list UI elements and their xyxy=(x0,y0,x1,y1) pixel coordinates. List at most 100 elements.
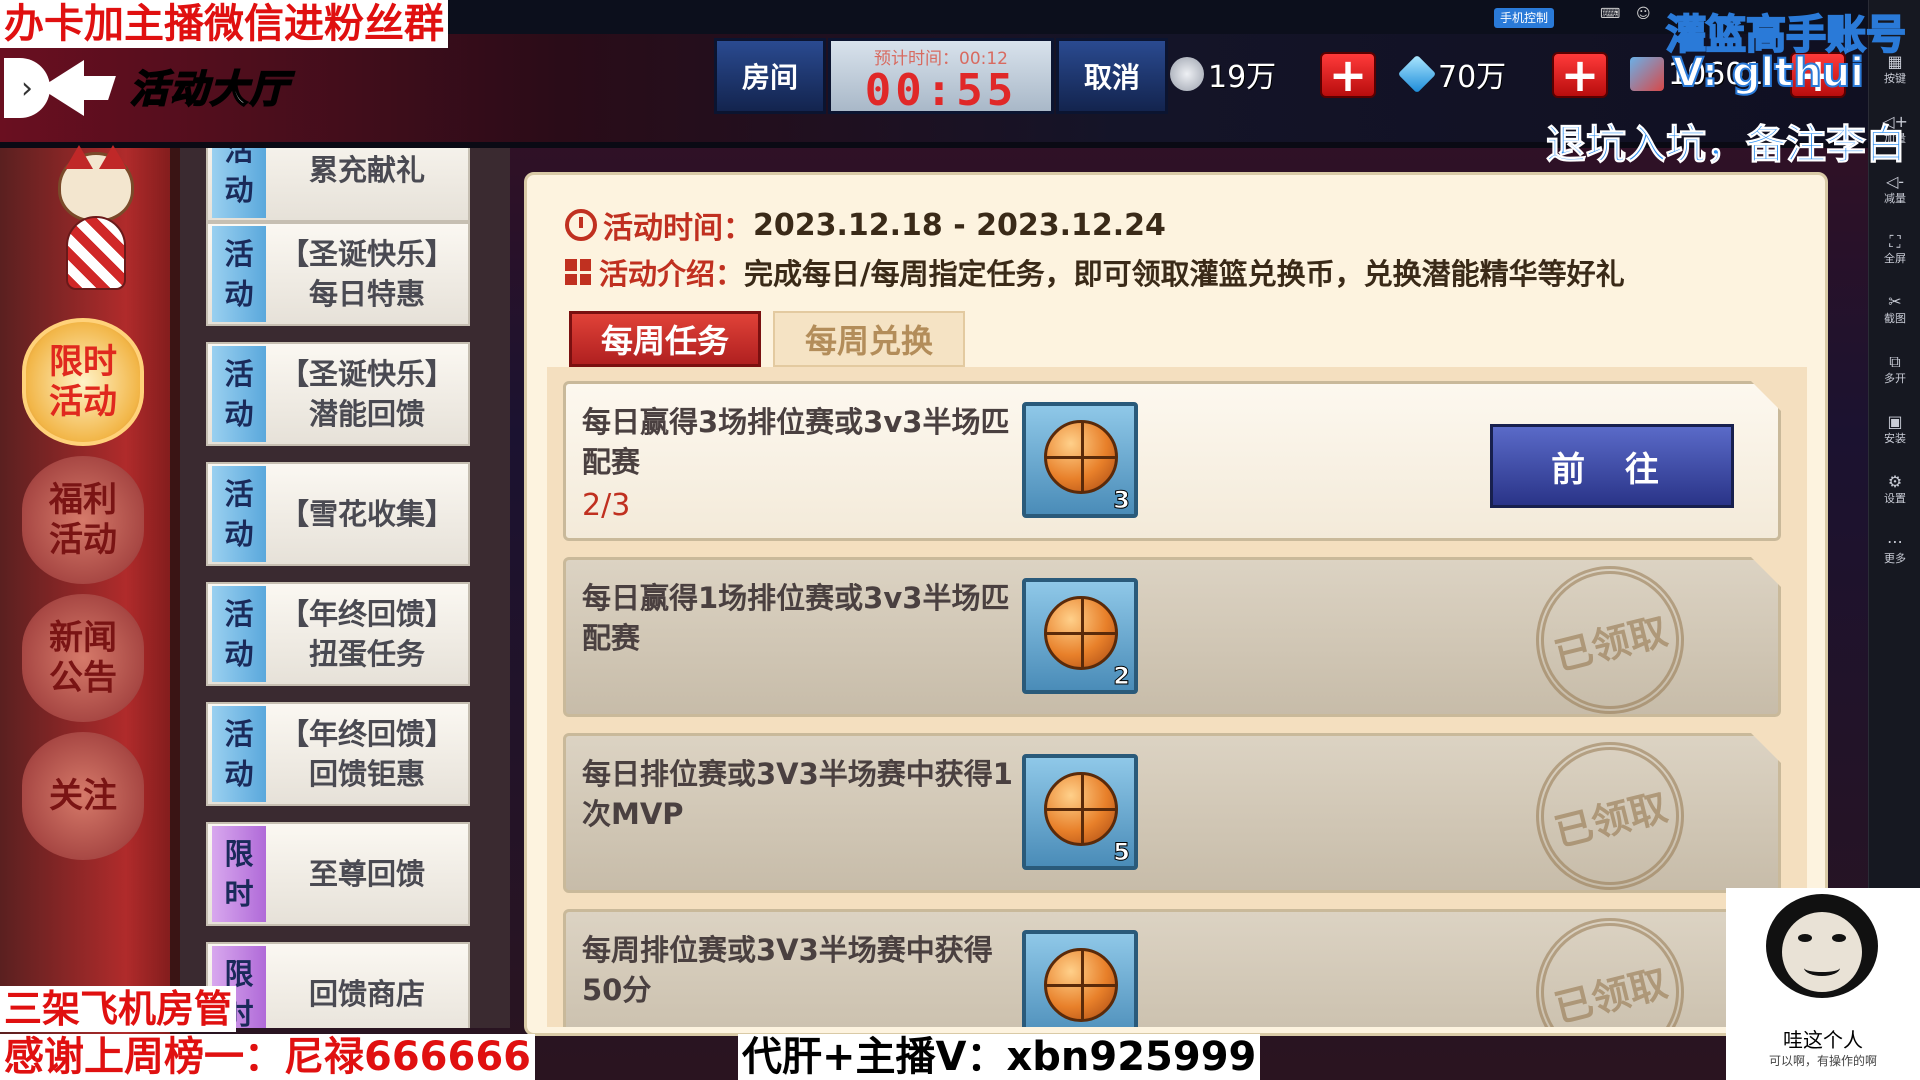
plus-icon: + xyxy=(1560,48,1600,102)
activity-item[interactable]: 活动 【圣诞快乐】 每日特惠 xyxy=(206,222,470,326)
reward-item[interactable]: 2 xyxy=(1022,578,1138,694)
activity-name: 【圣诞快乐】 每日特惠 xyxy=(279,237,454,311)
settings-icon: ⚙ xyxy=(1887,472,1903,491)
back-arrow-icon[interactable] xyxy=(40,60,84,116)
activity-description: 活动介绍： 完成每日/每周指定任务，即可领取灌篮兑换币，兑换潜能精华等好礼 xyxy=(565,251,1625,293)
user-icon[interactable]: ☺ xyxy=(1636,6,1651,22)
clock-icon xyxy=(565,209,597,241)
scissors-icon: ✂ xyxy=(1888,292,1902,311)
chevron-right-icon: › xyxy=(21,70,33,106)
claimed-stamp: 已领取 xyxy=(1520,726,1700,906)
activity-list: 活动 累充献礼 活动 【圣诞快乐】 每日特惠 活动 【圣诞快乐】 潜能回馈 活动… xyxy=(180,148,510,1028)
currency-diamonds: 70万 xyxy=(1397,52,1506,96)
screenshot-button[interactable]: ✂ 截图 xyxy=(1869,292,1920,326)
activity-item[interactable]: 活动 【年终回馈】 扭蛋任务 xyxy=(206,582,470,686)
cancel-button[interactable]: 取消 xyxy=(1056,38,1168,114)
more-icon: ⋯ xyxy=(1887,532,1903,551)
nav-label: 新闻 公告 xyxy=(49,618,117,698)
activity-tag: 活动 xyxy=(212,346,266,442)
claimed-stamp: 已领取 xyxy=(1520,902,1700,1027)
reward-count: 5 xyxy=(1113,838,1131,867)
overlay-room-admin: 三架飞机房管 xyxy=(0,986,237,1032)
plus-icon: + xyxy=(1328,48,1368,102)
activity-item[interactable]: 活动 【年终回馈】 回馈钜惠 xyxy=(206,702,470,806)
nav-welfare-activity[interactable]: 福利 活动 xyxy=(22,456,144,584)
nav-limited-activity[interactable]: 限时 活动 xyxy=(22,318,144,446)
install-apk-button[interactable]: ▣ 安装 xyxy=(1869,412,1920,446)
activity-item[interactable]: 限时 回馈商店 xyxy=(206,942,470,1028)
overlay-account-contact: V: glthui xyxy=(1672,49,1865,97)
activity-name: 【年终回馈】 回馈钜惠 xyxy=(279,717,454,791)
activity-name: 至尊回馈 xyxy=(308,857,425,891)
task-card: 每日赢得1场排位赛或3v3半场匹配赛 2 已领取 xyxy=(563,550,1781,730)
mascot-cat-image xyxy=(44,145,148,292)
grid-icon xyxy=(565,259,591,285)
activity-tag: 活动 xyxy=(212,466,266,562)
basketball-icon xyxy=(1044,772,1118,846)
time-value: 2023.12.18 - 2023.12.24 xyxy=(753,207,1166,243)
basketball-icon xyxy=(1044,420,1118,494)
activity-name: 【圣诞快乐】 潜能回馈 xyxy=(279,357,454,431)
time-label: 活动时间： xyxy=(603,211,753,246)
add-diamonds-button[interactable]: + xyxy=(1552,52,1608,98)
fullscreen-button[interactable]: ⛶ 全屏 xyxy=(1869,232,1920,266)
multi-instance-button[interactable]: ⧉ 多开 xyxy=(1869,352,1920,386)
reward-item[interactable] xyxy=(1022,930,1138,1027)
go-button[interactable]: 前 往 xyxy=(1490,424,1734,508)
activity-name: 累充献礼 xyxy=(308,153,425,187)
claimed-stamp: 已领取 xyxy=(1520,550,1700,730)
basketball-icon xyxy=(1044,948,1118,1022)
activity-tag: 限时 xyxy=(212,826,266,922)
activity-name: 【年终回馈】 扭蛋任务 xyxy=(279,597,454,671)
nav-news[interactable]: 新闻 公告 xyxy=(22,594,144,722)
coin-icon xyxy=(1170,57,1204,91)
currency-value: 19万 xyxy=(1208,60,1277,95)
reward-item[interactable]: 5 xyxy=(1022,754,1138,870)
nav-label: 限时 活动 xyxy=(49,342,117,422)
activity-name: 回馈商店 xyxy=(308,977,425,1011)
overlay-account-note: 退坑入坑，备注李白 xyxy=(1546,122,1907,169)
tab-weekly-exchange[interactable]: 每周兑换 xyxy=(773,311,965,367)
activity-item[interactable]: 限时 至尊回馈 xyxy=(206,822,470,926)
diamond-icon xyxy=(1397,54,1437,94)
activity-item[interactable]: 活动 累充献礼 xyxy=(206,148,470,222)
activity-time: 活动时间： 2023.12.18 - 2023.12.24 xyxy=(565,203,1166,247)
nav-label: 关注 xyxy=(49,776,117,816)
desc-value: 完成每日/每周指定任务，即可领取灌篮兑换币，兑换潜能精华等好礼 xyxy=(744,257,1625,291)
match-timer: 预计时间：00:12 00:55 xyxy=(828,38,1054,114)
reward-item[interactable]: 3 xyxy=(1022,402,1138,518)
more-button[interactable]: ⋯ 更多 xyxy=(1869,532,1920,566)
activity-tag: 活动 xyxy=(212,148,266,218)
meme-subcaption: 可以啊，有操作的啊 xyxy=(1768,1054,1877,1068)
fullscreen-icon: ⛶ xyxy=(1889,232,1901,251)
task-description: 每日赢得1场排位赛或3v3半场匹配赛 xyxy=(582,581,1010,655)
reward-count: 2 xyxy=(1113,662,1131,691)
basketball-icon xyxy=(1044,596,1118,670)
task-description: 每日排位赛或3V3半场赛中获得1次MVP xyxy=(582,757,1013,831)
activity-tag: 活动 xyxy=(212,586,266,682)
activity-detail-panel: 活动时间： 2023.12.18 - 2023.12.24 活动介绍： 完成每日… xyxy=(524,172,1828,1036)
panda-face-icon xyxy=(1766,894,1878,998)
add-coins-button[interactable]: + xyxy=(1320,52,1376,98)
task-description: 每日赢得3场排位赛或3v3半场匹配赛 xyxy=(582,405,1010,479)
meme-caption: 哇这个人 xyxy=(1783,1028,1863,1052)
activity-item[interactable]: 活动 【雪花收集】 xyxy=(206,462,470,566)
volume-down-icon: ◁- xyxy=(1885,172,1905,191)
activity-tag: 活动 xyxy=(212,226,266,322)
room-button[interactable]: 房间 xyxy=(714,38,826,114)
task-list[interactable]: 每日赢得3场排位赛或3v3半场匹配赛 2/3 3 前 往 每日赢得1场排位赛或3… xyxy=(547,367,1807,1027)
volume-down-button[interactable]: ◁- 减量 xyxy=(1869,172,1920,206)
activity-tag: 活动 xyxy=(212,706,266,802)
page-title: 活动大厅 xyxy=(129,65,291,112)
settings-button[interactable]: ⚙ 设置 xyxy=(1869,472,1920,506)
task-card: 每日排位赛或3V3半场赛中获得1次MVP 5 已领取 xyxy=(563,726,1781,906)
activity-item[interactable]: 活动 【圣诞快乐】 潜能回馈 xyxy=(206,342,470,446)
phone-control-button[interactable]: 手机控制 xyxy=(1494,8,1555,28)
overlay-thanks: 感谢上周榜一：尼禄666666 xyxy=(0,1034,535,1080)
gamepad-icon[interactable]: ⌨ xyxy=(1600,6,1620,22)
tab-weekly-tasks[interactable]: 每周任务 xyxy=(569,311,761,367)
timer-value: 00:55 xyxy=(864,65,1018,116)
nav-follow[interactable]: 关注 xyxy=(22,732,144,860)
panda-meme-sticker: 哇这个人 可以啊，有操作的啊 xyxy=(1726,888,1920,1080)
task-progress: 2/3 xyxy=(582,488,631,523)
